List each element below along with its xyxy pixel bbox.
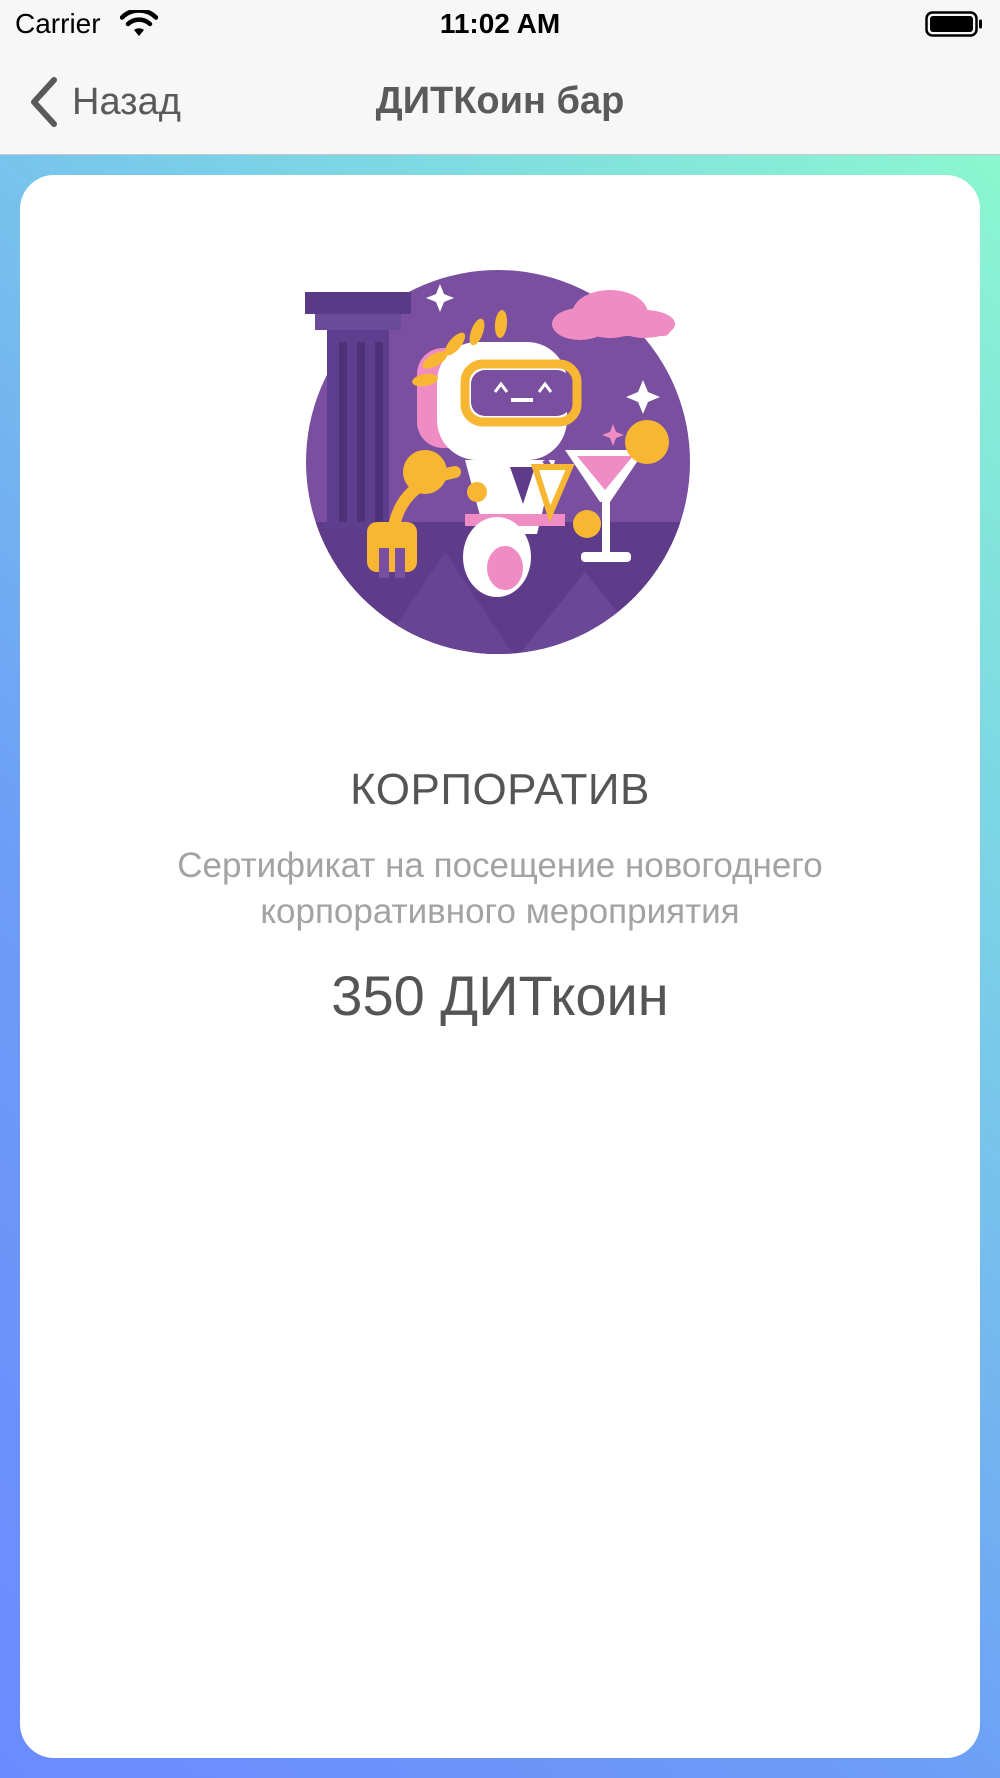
item-title: КОРПОРАТИВ [350,765,650,814]
page-title: ДИТКоин бар [375,80,625,122]
battery-icon [925,11,982,37]
navigation-bar: Назад ДИТКоин бар [0,50,1000,155]
item-description: Сертификат на посещение новогоднего корп… [177,846,823,931]
item-card: КОРПОРАТИВ Сертификат на посещение новог… [20,175,980,1758]
gradient-background: КОРПОРАТИВ Сертификат на посещение новог… [0,155,1000,1778]
clock: 11:02 AM [439,8,561,39]
status-bar: Carrier 11:02 AM [0,0,1000,50]
robot-corporate-party-illustration [305,270,690,654]
item-price: 350 ДИТкоин [331,964,669,1027]
